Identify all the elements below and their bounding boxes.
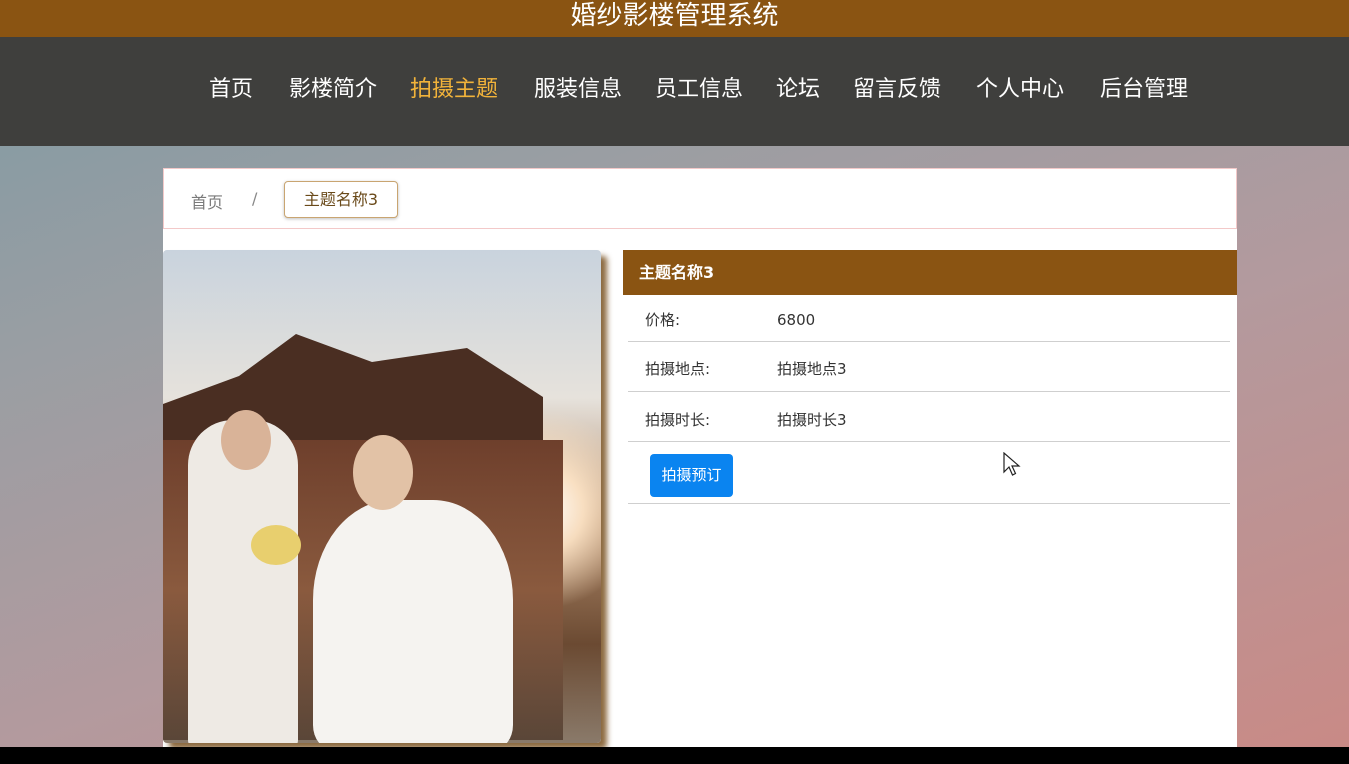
nav-item-staff[interactable]: 员工信息 (655, 75, 743, 105)
nav-item-personal-center[interactable]: 个人中心 (976, 75, 1064, 105)
site-title: 婚纱影楼管理系统 (570, 1, 778, 31)
breadcrumb: 首页 / 主题名称3 (163, 168, 1237, 229)
nav-item-home[interactable]: 首页 (209, 75, 253, 105)
page-background: 婚纱影楼管理系统 首页 影楼简介 拍摄主题 服装信息 员工信息 论坛 留言反馈 … (0, 0, 1349, 747)
nav-item-admin[interactable]: 后台管理 (1100, 75, 1188, 105)
breadcrumb-current: 主题名称3 (284, 181, 398, 218)
site-title-bar: 婚纱影楼管理系统 (0, 0, 1349, 37)
theme-photo (163, 250, 601, 743)
mouse-cursor-icon (1003, 452, 1021, 478)
breadcrumb-separator: / (252, 189, 257, 208)
theme-title: 主题名称3 (623, 250, 1237, 295)
duration-value: 拍摄时长3 (777, 392, 847, 448)
nav-item-photo-themes[interactable]: 拍摄主题 (410, 75, 498, 105)
nav-item-forum[interactable]: 论坛 (776, 75, 820, 105)
location-label: 拍摄地点: (645, 342, 710, 396)
nav-item-feedback[interactable]: 留言反馈 (853, 75, 941, 105)
main-nav: 首页 影楼简介 拍摄主题 服装信息 员工信息 论坛 留言反馈 个人中心 后台管理 (0, 37, 1349, 146)
nav-item-costumes[interactable]: 服装信息 (534, 75, 622, 105)
location-value: 拍摄地点3 (777, 342, 847, 396)
price-row: 价格: 6800 (628, 295, 1230, 342)
nav-item-studio-intro[interactable]: 影楼简介 (289, 75, 377, 105)
location-row: 拍摄地点: 拍摄地点3 (628, 342, 1230, 392)
book-shoot-button[interactable]: 拍摄预订 (650, 454, 733, 497)
content-panel: 首页 / 主题名称3 主题名称3 价格: 6800 拍摄地点: 拍摄地点3 (163, 168, 1237, 747)
breadcrumb-home-link[interactable]: 首页 (191, 189, 223, 213)
price-value: 6800 (777, 295, 815, 345)
duration-row: 拍摄时长: 拍摄时长3 (628, 392, 1230, 442)
theme-detail: 主题名称3 价格: 6800 拍摄地点: 拍摄地点3 拍摄时长: 拍摄时长3 拍… (623, 250, 1237, 747)
duration-label: 拍摄时长: (645, 392, 710, 448)
price-label: 价格: (645, 295, 680, 345)
